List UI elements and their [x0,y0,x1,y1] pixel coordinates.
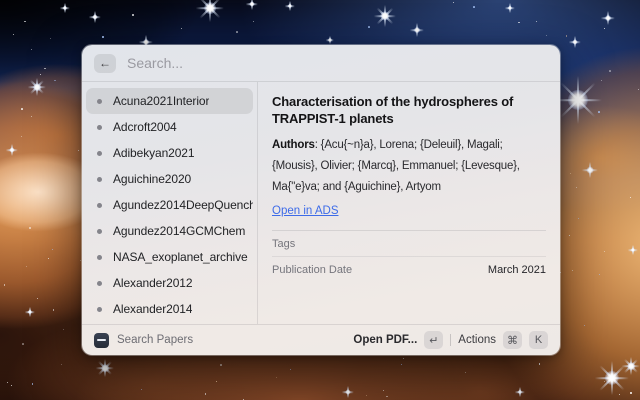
bullet-icon [97,99,102,104]
footer-bar: Search Papers Open PDF... ↵ Actions ⌘ K [82,324,560,355]
tags-row: Tags [272,231,546,256]
publication-date-row: Publication Date March 2021 [272,257,546,282]
bullet-icon [97,177,102,182]
bullet-icon [97,125,102,130]
bullet-icon [97,229,102,234]
paper-title: Characterisation of the hydrospheres of … [272,93,546,127]
list-item[interactable]: Adibekyan2021 [86,140,253,166]
open-pdf-action[interactable]: Open PDF... [353,334,417,346]
back-button[interactable]: ← [94,54,116,73]
list-item-label: Adcroft2004 [113,120,177,134]
detail-panel: Characterisation of the hydrospheres of … [258,82,560,324]
search-bar: ← [82,45,560,82]
search-input[interactable] [125,54,548,72]
list-item[interactable]: Agundez2014GCMChem [86,218,253,244]
tags-label: Tags [272,238,295,250]
publication-date-label: Publication Date [272,264,352,276]
bullet-icon [97,203,102,208]
k-keycap: K [529,331,548,349]
cmd-keycap: ⌘ [503,331,522,349]
bullet-icon [97,151,102,156]
list-item[interactable]: Aguichine2020 [86,166,253,192]
footer-app: Search Papers [94,333,193,348]
back-arrow-icon: ← [99,57,111,69]
list-item[interactable]: Acuna2021Interior [86,88,253,114]
bullet-icon [97,255,102,260]
list-item-label: Adibekyan2021 [113,146,194,160]
authors-label: Authors [272,139,315,151]
enter-keycap: ↵ [424,331,443,349]
publication-date-value: March 2021 [488,264,546,276]
list-item-label: Alexander2012 [113,276,192,290]
list-item[interactable]: NASA_exoplanet_archive [86,244,253,270]
list-item-label: Agundez2014GCMChem [113,224,245,238]
list-item-label: NASA_exoplanet_archive [113,250,248,264]
app-name: Search Papers [117,334,193,346]
paper-list: Acuna2021Interior Adcroft2004 Adibekyan2… [82,82,258,324]
footer-actions: Open PDF... ↵ Actions ⌘ K [353,331,548,349]
list-item-label: Acuna2021Interior [113,94,209,108]
list-item[interactable]: Adcroft2004 [86,114,253,140]
actions-button[interactable]: Actions [458,334,496,346]
bullet-icon [97,307,102,312]
list-item[interactable]: Agundez2014DeepQuench [86,192,253,218]
bullet-icon [97,281,102,286]
launcher-window: ← Acuna2021Interior Adcroft2004 Adibekya… [82,45,560,355]
list-item-label: Alexander2014 [113,302,192,316]
search-papers-app-icon [94,333,109,348]
open-in-ads-link[interactable]: Open in ADS [272,205,338,217]
list-item-label: Aguichine2020 [113,172,191,186]
window-body: Acuna2021Interior Adcroft2004 Adibekyan2… [82,82,560,324]
list-item[interactable]: Alexander2014 [86,296,253,322]
list-item-label: Agundez2014DeepQuench [113,198,253,212]
metadata-section: Tags Publication Date March 2021 [272,230,546,282]
paper-authors: Authors: {Acu{~n}a}, Lorena; {Deleuil}, … [272,135,546,198]
divider [450,334,451,346]
list-item[interactable]: Alexander2012 [86,270,253,296]
